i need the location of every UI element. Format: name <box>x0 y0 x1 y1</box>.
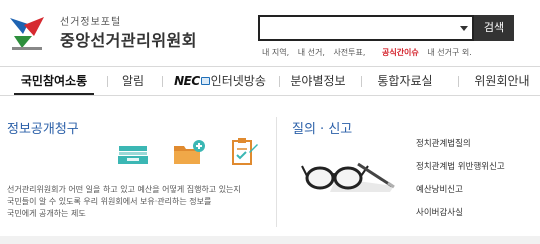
section-title-inquiry-report[interactable]: 질의 · 신고 <box>292 118 352 137</box>
nav-item-data-room[interactable]: 통합자료실 <box>367 67 443 95</box>
bottom-band <box>0 236 540 244</box>
popular-keywords: 내 지역, 내 선거, 사전투표, 공식간이슈 내 선거구 외. <box>262 47 478 61</box>
brand-subtitle: 선거정보포털 <box>60 17 122 28</box>
nav-item-internet-broadcast[interactable]: NEC 인터넷방송 <box>168 67 272 95</box>
folder-add-icon <box>174 140 205 164</box>
brand-title[interactable]: 중앙선거관리위원회 <box>60 27 197 51</box>
inquiry-links: 정치관계법질의 정치관계법 위반행위신고 예산낭비신고 사이버감사실 <box>416 138 505 230</box>
nav-separator <box>279 76 280 87</box>
link-cyber-audit[interactable]: 사이버감사실 <box>416 207 505 219</box>
nec-logo[interactable] <box>6 14 48 52</box>
nav-item-participation[interactable]: 국민참여소통 <box>14 67 94 95</box>
link-budget-waste-report[interactable]: 예산낭비신고 <box>416 184 505 196</box>
nec-brand-mark: NEC <box>174 74 200 88</box>
section-divider <box>276 117 277 227</box>
document-edit-icon <box>232 138 258 165</box>
keyword-link[interactable]: 내 지역, <box>262 48 289 57</box>
search-button[interactable]: 검색 <box>474 15 514 41</box>
search-input[interactable] <box>260 17 456 39</box>
search-box <box>258 15 474 41</box>
link-political-law-inquiry[interactable]: 정치관계법질의 <box>416 138 505 150</box>
nav-item-label: 인터넷방송 <box>210 74 266 88</box>
keyword-link[interactable]: 사전투표, <box>333 48 365 57</box>
description-line: 국민에게 공개하는 제도 <box>7 209 86 218</box>
keyword-highlight[interactable]: 공식간이슈 <box>382 48 419 57</box>
keyword-link[interactable]: 내 선거, <box>298 48 325 57</box>
nav-separator <box>361 76 362 87</box>
glasses-pen-illustration <box>301 162 395 192</box>
description-line: 선거관리위원회가 어떤 일을 하고 있고 예산을 어떻게 집행하고 있는지 <box>7 185 241 194</box>
nav-separator <box>162 76 163 87</box>
tray-icon <box>118 146 148 164</box>
description-line: 국민들이 알 수 있도록 우리 위원회에서 보유·관리하는 정보를 <box>7 197 212 206</box>
main-navigation: 국민참여소통 알림 NEC 인터넷방송 분야별정보 통합자료실 위원회안내 <box>0 66 540 96</box>
search-dropdown-arrow-icon[interactable] <box>460 26 468 31</box>
section-title-info-disclosure[interactable]: 정보공개청구 <box>7 118 79 137</box>
keyword-link[interactable]: 내 선거구 외. <box>427 48 471 57</box>
nav-separator <box>458 76 459 87</box>
tv-icon <box>200 76 210 85</box>
nav-separator <box>107 76 108 87</box>
nav-item-field-info[interactable]: 분야별정보 <box>285 67 351 95</box>
nav-item-notice[interactable]: 알림 <box>115 67 151 95</box>
nav-item-committee-guide[interactable]: 위원회안내 <box>464 67 540 95</box>
link-violation-report[interactable]: 정치관계법 위반행위신고 <box>416 161 505 173</box>
info-disclosure-description: 선거관리위원회가 어떤 일을 하고 있고 예산을 어떻게 집행하고 있는지 국민… <box>7 184 269 220</box>
